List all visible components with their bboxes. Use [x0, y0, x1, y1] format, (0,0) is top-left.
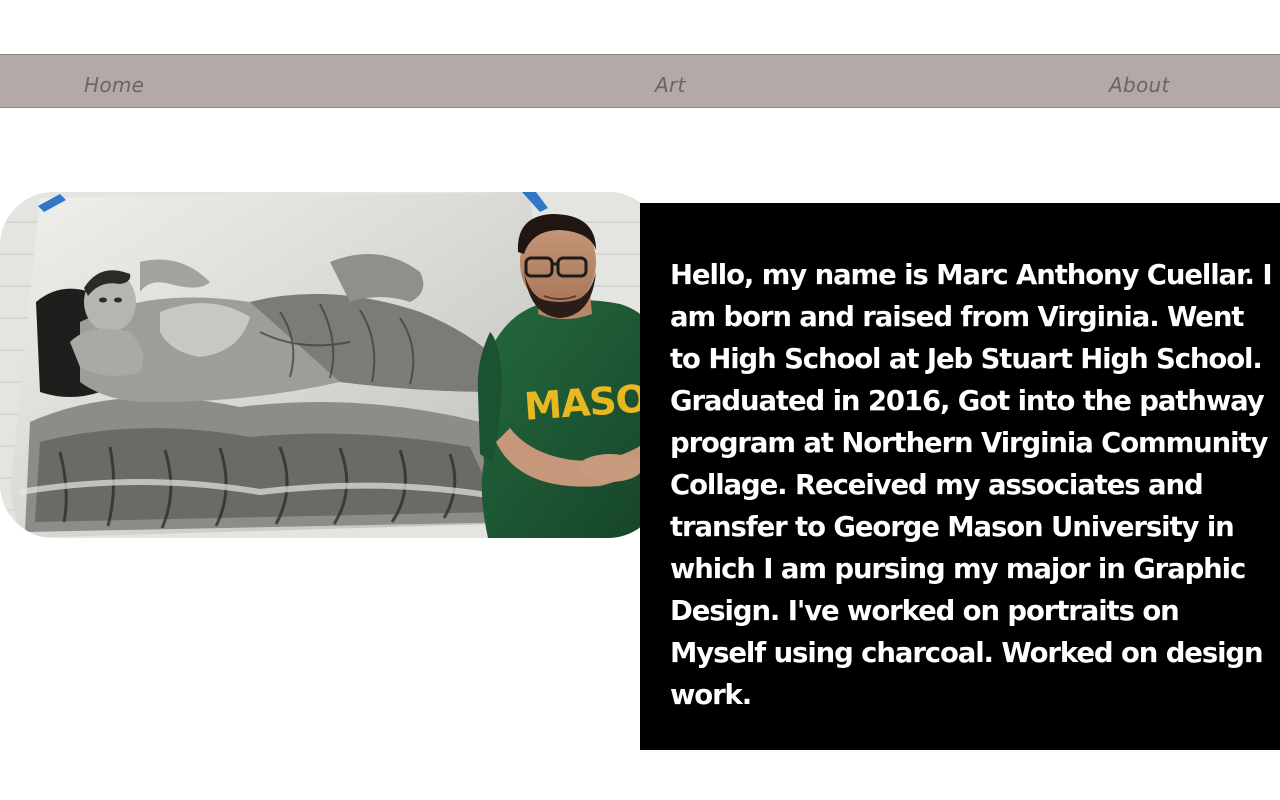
artist-with-charcoal-drawing-photo: MASON	[0, 192, 662, 538]
charcoal-drawing-photo-illustration: MASON	[0, 192, 662, 538]
bio-text: Hello, my name is Marc Anthony Cuellar. …	[670, 259, 1273, 711]
top-nav-bar: Home Art About	[0, 54, 1280, 108]
nav-link-home[interactable]: Home	[84, 72, 144, 98]
nav-link-art[interactable]: Art	[655, 72, 686, 98]
nav-link-about[interactable]: About	[1109, 72, 1170, 98]
page: Home Art About MASON Hello, my name is M…	[0, 0, 1280, 800]
bio-panel: Hello, my name is Marc Anthony Cuellar. …	[640, 203, 1280, 750]
